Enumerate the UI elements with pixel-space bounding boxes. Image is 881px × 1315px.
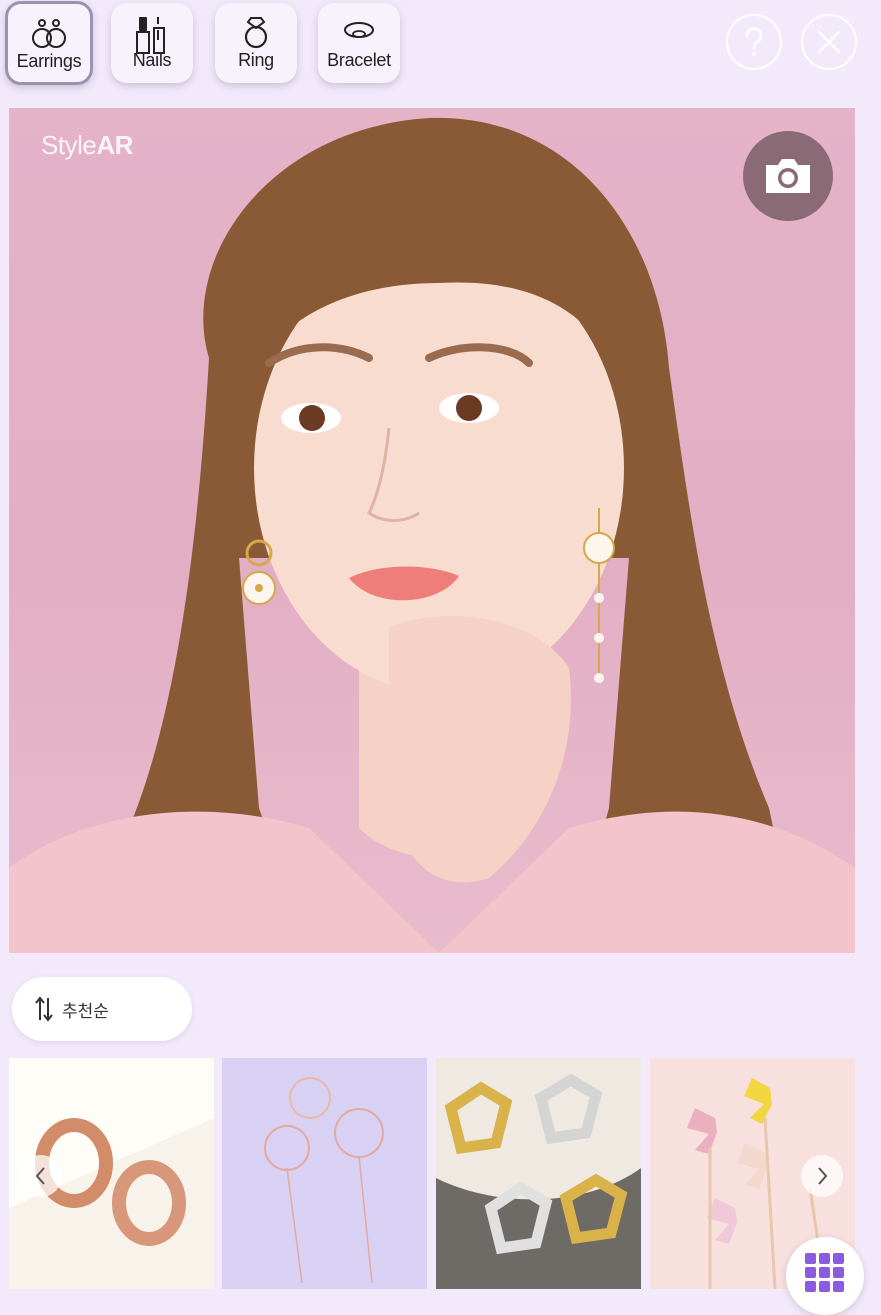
carousel-prev-button[interactable]: [20, 1155, 62, 1197]
category-label: Earrings: [16, 51, 82, 71]
sort-button[interactable]: 추천순: [12, 977, 192, 1041]
camera-icon: [766, 159, 810, 193]
product-card[interactable]: [222, 1058, 427, 1289]
chevron-left-icon: [35, 1167, 45, 1185]
close-button[interactable]: [801, 14, 857, 70]
category-ring[interactable]: Ring: [215, 3, 297, 83]
category-label: Bracelet: [327, 50, 391, 70]
brand-logo: StyleAR: [41, 130, 133, 160]
nail-polish-icon: [136, 17, 165, 54]
ring-icon: [244, 17, 268, 49]
earrings-icon: [32, 19, 66, 48]
category-earrings[interactable]: Earrings: [5, 1, 93, 85]
capture-button[interactable]: [743, 131, 833, 221]
category-bracelet[interactable]: Bracelet: [318, 3, 400, 83]
product-card[interactable]: [436, 1058, 641, 1289]
tryon-preview: StyleAR: [9, 108, 855, 953]
grid-icon: [805, 1253, 844, 1292]
model-photo: [9, 117, 855, 953]
category-label: Ring: [238, 50, 274, 70]
bracelet-icon: [344, 22, 374, 38]
sort-arrows-icon: [35, 996, 53, 1022]
gold-silver-pentagon-hoops-image: [436, 1073, 641, 1289]
question-icon: [745, 27, 763, 56]
help-button[interactable]: [726, 14, 782, 70]
grid-menu-button[interactable]: [786, 1237, 864, 1315]
flower-drop-earrings-image: [264, 1077, 384, 1284]
category-nails[interactable]: Nails: [111, 3, 193, 83]
close-icon: [817, 30, 841, 54]
chevron-right-icon: [818, 1167, 828, 1185]
sort-label: 추천순: [62, 1001, 109, 1021]
carousel-next-button[interactable]: [801, 1155, 843, 1197]
